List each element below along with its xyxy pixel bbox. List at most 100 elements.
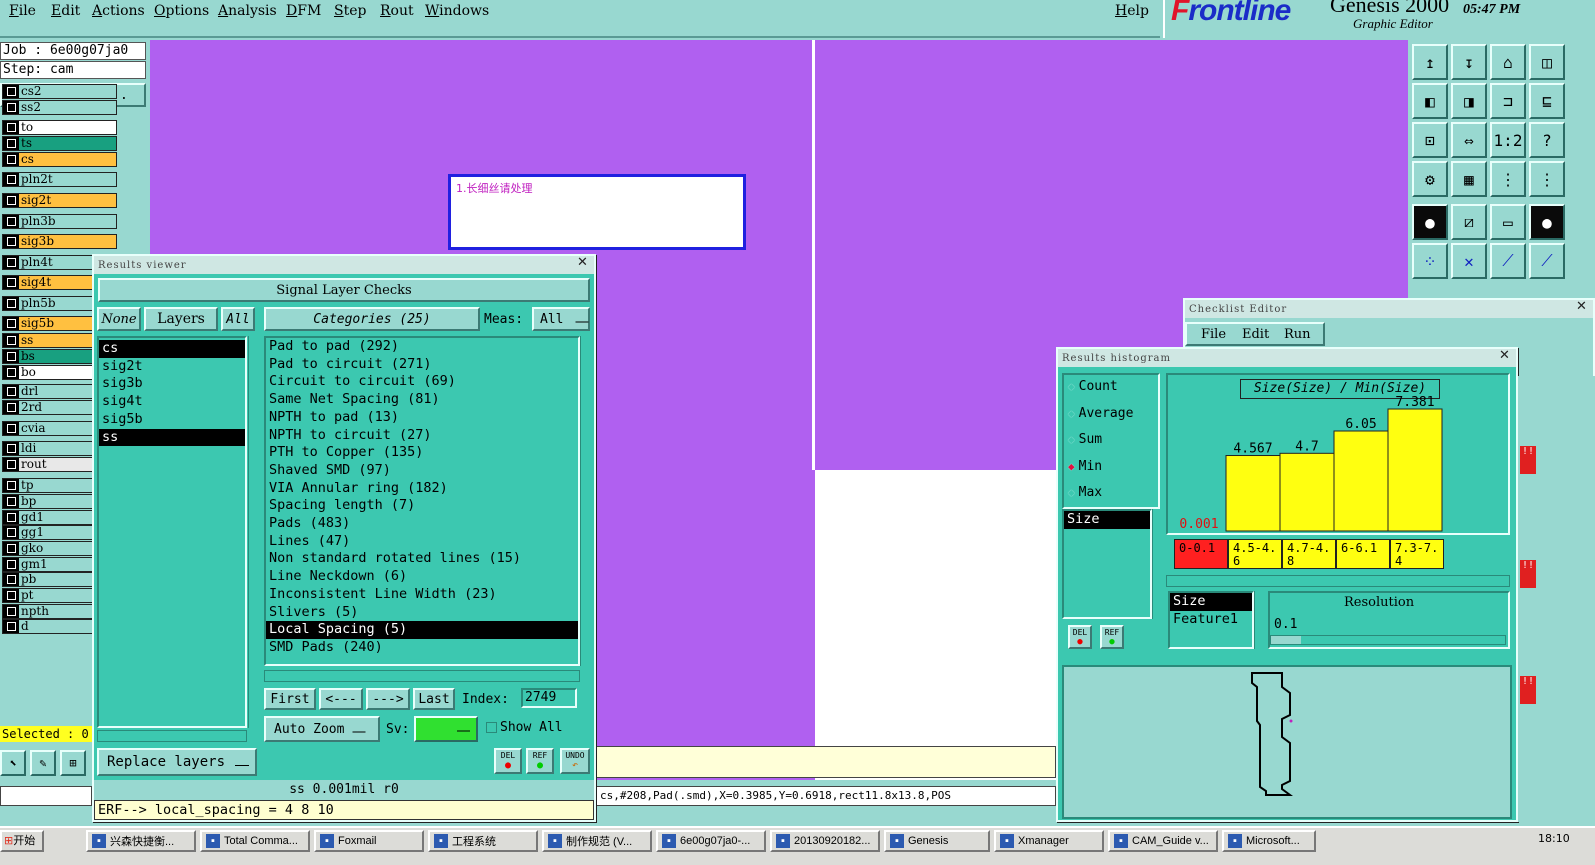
pan-left-icon[interactable]: ◧ [1412,83,1448,119]
menu-rout[interactable]: Rout [380,3,414,19]
menu-file[interactable]: File [9,3,36,19]
layer-checkbox[interactable] [3,422,19,435]
menu-dfm[interactable]: DFM [286,3,321,19]
histogram-bin-label[interactable]: 0-0.1 [1174,539,1228,569]
last-button[interactable]: Last [413,688,455,710]
help-icon[interactable]: ? [1529,122,1565,158]
category-item[interactable]: PTH to Copper (135) [266,444,578,462]
layer-checkbox[interactable] [3,589,19,602]
pan-right-icon[interactable]: ◨ [1451,83,1487,119]
meas-dropdown[interactable]: All ⎼ [532,307,590,331]
category-item[interactable]: SMD Pads (240) [266,639,578,657]
categories-button[interactable]: Categories (25) [264,307,480,331]
delete-icon[interactable]: ✕ [1451,243,1487,279]
taskbar-item[interactable]: ▪ CAM_Guide v... [1108,830,1218,852]
taskbar-item[interactable]: ▪ 工程系统 [428,830,538,852]
draw-icon[interactable]: ✎ [30,750,56,776]
ruler-icon[interactable]: ▭ [1490,204,1526,240]
histogram-bin-label[interactable]: 4.7-4.8 [1282,539,1336,569]
checklist-menu-edit[interactable]: Edit [1242,327,1269,342]
histogram-del-button[interactable]: DEL ● [1068,625,1092,649]
category-item[interactable]: Pad to pad (292) [266,338,578,356]
histogram-bar[interactable] [1387,408,1443,532]
layer-checkbox[interactable] [3,366,19,379]
histogram-bar[interactable] [1279,452,1335,532]
result-layer-item[interactable]: sig2t [99,358,245,376]
histogram-hscroll[interactable] [1166,575,1510,587]
layer-checkbox[interactable] [3,495,19,508]
attr-size-item[interactable]: Size [1064,511,1150,529]
menu-windows[interactable]: Windows [425,3,489,19]
category-item[interactable]: Pads (483) [266,515,578,533]
category-item[interactable]: Lines (47) [266,533,578,551]
zoom-in-icon[interactable]: ↥ [1412,44,1448,80]
feature-item[interactable]: Feature1 [1170,611,1252,629]
menu-step[interactable]: Step [334,3,366,19]
layer-checkbox[interactable] [3,297,19,310]
replace-layers-dropdown[interactable]: Replace layers ⎼ [97,748,257,776]
show-all-checkbox[interactable] [486,722,497,733]
category-item[interactable]: NPTH to circuit (27) [266,427,578,445]
slider-thumb[interactable] [1271,636,1301,644]
layers-button[interactable]: Layers [144,307,218,331]
layer-row-sig2t[interactable]: sig2t [2,193,117,208]
menu-edit[interactable]: Edit [51,3,80,19]
undo-button[interactable]: UNDO ↶ [560,748,590,774]
checklist-menu-run[interactable]: Run [1284,327,1311,342]
taskbar-item[interactable]: ▪ Genesis [884,830,990,852]
taskbar-item[interactable]: ▪ 20130920182... [770,830,880,852]
layer-row-ss2[interactable]: ss2 [2,100,117,115]
scale-icon[interactable]: 1:2 [1490,122,1526,158]
category-scrollbar[interactable] [580,336,592,666]
fit-icon[interactable]: ⊡ [1412,122,1448,158]
layer-checkbox[interactable] [3,276,19,289]
severity-dropdown[interactable]: ⎼ [414,716,478,742]
config-icon[interactable]: ⚙ [1412,161,1448,197]
result-layer-item[interactable]: cs [99,340,245,358]
close-icon[interactable]: ✕ [1498,349,1512,364]
layer-row-sig3b[interactable]: sig3b [2,234,117,249]
first-button[interactable]: First [264,688,316,710]
feature-item[interactable]: Size [1170,593,1252,611]
histogram-bar[interactable] [1225,455,1281,532]
grid-icon[interactable]: ⊞ [60,750,86,776]
prev-button[interactable]: <--- [319,688,363,710]
grid-icon[interactable]: ▦ [1451,161,1487,197]
taskbar-item[interactable]: ▪ Foxmail [314,830,424,852]
feature-list-scrollbar[interactable] [1254,591,1264,649]
menu-actions[interactable]: Actions [92,3,145,19]
zoom-out-icon[interactable]: ↧ [1451,44,1487,80]
center-icon[interactable]: ⇔ [1451,122,1487,158]
layer-checkbox[interactable] [3,620,19,633]
category-hscroll[interactable] [264,670,580,682]
layer-checkbox[interactable] [3,350,19,363]
layer-checkbox[interactable] [3,101,19,114]
category-item[interactable]: Spacing length (7) [266,497,578,515]
net-icon[interactable]: ⁘ [1412,243,1448,279]
home-icon[interactable]: ⌂ [1490,44,1526,80]
layer-checkbox[interactable] [3,256,19,269]
layer-row-ts[interactable]: ts [2,136,117,151]
layer-checkbox[interactable] [3,458,19,471]
category-item[interactable]: NPTH to pad (13) [266,409,578,427]
category-item[interactable]: Circuit to circuit (69) [266,373,578,391]
taskbar-item[interactable]: ▪ 6e00g07ja0-... [656,830,766,852]
layer-checkbox[interactable] [3,526,19,539]
layer-list-hscroll[interactable] [97,730,247,742]
layer-checkbox[interactable] [3,401,19,414]
histogram-bin-label[interactable]: 4.5-4.6 [1228,539,1282,569]
histogram-bin-label[interactable]: 7.3-7.4 [1390,539,1444,569]
layer-checkbox[interactable] [3,511,19,524]
category-list[interactable]: Pad to pad (292) Pad to circuit (271) Circ… [264,336,580,666]
checklist-menu-file[interactable]: File [1201,327,1226,342]
resolution-slider[interactable] [1270,635,1506,645]
layer-checkbox[interactable] [3,137,19,150]
layer-checkbox[interactable] [3,573,19,586]
route-icon[interactable]: ⟋ [1529,243,1565,279]
results-layer-list[interactable]: cs sig2t sig3b sig4t sig5b ss [97,336,247,728]
category-item[interactable]: Local Spacing (5) [266,621,578,639]
attr-list-scrollbar[interactable] [1152,509,1162,619]
layer-checkbox[interactable] [3,194,19,207]
auto-zoom-dropdown[interactable]: Auto Zoom ⎼ [264,716,380,742]
option-count[interactable]: ◆ Count [1068,379,1118,394]
